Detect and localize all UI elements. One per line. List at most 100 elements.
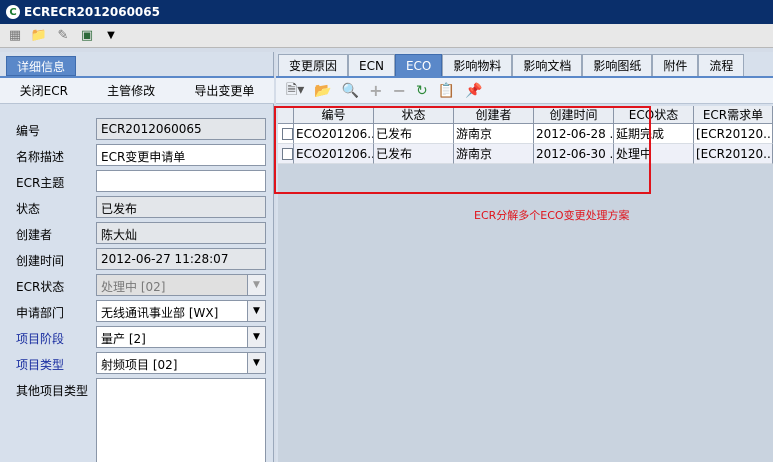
field-label: 项目类型 bbox=[16, 358, 65, 372]
field-label: 编号 bbox=[16, 124, 41, 138]
field-label: 申请部门 bbox=[16, 306, 65, 320]
title-bar: C ECRECR2012060065 bbox=[0, 0, 773, 24]
header-checkbox-col bbox=[278, 106, 294, 124]
col-number[interactable]: 编号 bbox=[294, 106, 374, 124]
remove-icon[interactable]: − bbox=[393, 81, 406, 100]
row-checkbox[interactable] bbox=[282, 127, 293, 140]
details-actions: 关闭ECR 主管修改 导出变更单 bbox=[0, 78, 274, 104]
add-icon[interactable]: + bbox=[369, 81, 382, 100]
subject-input[interactable] bbox=[96, 170, 266, 192]
field-project-type: 项目类型 射频项目 [02] ▼ bbox=[0, 352, 274, 374]
tab-affected-documents[interactable]: 影响文档 bbox=[512, 54, 583, 76]
paste-icon[interactable]: 📌 bbox=[465, 83, 482, 99]
ecr-status-select: 处理中 [02] ▼ bbox=[96, 274, 266, 296]
tab-ecn[interactable]: ECN bbox=[348, 54, 395, 76]
row-checkbox-cell bbox=[278, 144, 294, 164]
chevron-down-icon[interactable]: ▼ bbox=[247, 327, 265, 347]
eco-toolbar: 🗎▾ 📂 🔍 + − ↻ 📋 📌 bbox=[276, 78, 773, 104]
cell-created-time: 2012-06-28 ... bbox=[534, 124, 614, 144]
tab-details[interactable]: 详细信息 bbox=[6, 56, 76, 76]
chevron-down-icon[interactable]: ▼ bbox=[247, 353, 265, 373]
creator-value: 陈大灿 bbox=[96, 222, 266, 244]
cell-number: ECO201206... bbox=[294, 124, 374, 144]
field-label: ECR状态 bbox=[16, 280, 65, 294]
tab-attachments[interactable]: 附件 bbox=[652, 54, 699, 76]
tab-workflow[interactable]: 流程 bbox=[698, 54, 745, 76]
project-phase-value: 量产 [2] bbox=[101, 332, 146, 346]
close-ecr-button[interactable]: 关闭ECR bbox=[20, 82, 68, 99]
tab-affected-materials[interactable]: 影响物料 bbox=[442, 54, 513, 76]
search-icon[interactable]: 🔍 bbox=[342, 83, 359, 99]
tab-affected-drawings[interactable]: 影响图纸 bbox=[582, 54, 653, 76]
cell-ecr-request: [ECR20120... bbox=[694, 144, 773, 164]
field-label: 其他项目类型 bbox=[16, 384, 89, 398]
field-label: ECR主题 bbox=[16, 176, 65, 190]
field-label: 创建时间 bbox=[16, 254, 65, 268]
cell-created-time: 2012-06-30 ... bbox=[534, 144, 614, 164]
field-subject: ECR主题 bbox=[0, 170, 274, 192]
field-status: 状态 已发布 bbox=[0, 196, 274, 218]
eco-grid: 编号 状态 创建者 创建时间 ECO状态 ECR需求单 ECO201206...… bbox=[278, 106, 773, 462]
ecr-status-value: 处理中 [02] bbox=[101, 280, 166, 294]
row-checkbox[interactable] bbox=[282, 147, 293, 160]
open-folder-icon[interactable]: 📂 bbox=[314, 83, 331, 99]
table-row[interactable]: ECO201206... 已发布 游南京 2012-06-28 ... 延期完成… bbox=[278, 124, 773, 144]
field-description: 名称描述 ECR变更申请单 bbox=[0, 144, 274, 166]
app-icon: C bbox=[6, 5, 20, 19]
export-icon[interactable]: ▣ bbox=[78, 27, 96, 45]
col-creator[interactable]: 创建者 bbox=[454, 106, 534, 124]
supervisor-edit-button[interactable]: 主管修改 bbox=[107, 82, 155, 99]
dropdown-icon[interactable]: ▼ bbox=[102, 27, 120, 45]
new-document-icon[interactable]: 🗎▾ bbox=[286, 79, 304, 103]
chevron-down-icon[interactable]: ▼ bbox=[247, 301, 265, 321]
tab-change-reason[interactable]: 变更原因 bbox=[278, 54, 349, 76]
field-label: 项目阶段 bbox=[16, 332, 65, 346]
department-select[interactable]: 无线通讯事业部 [WX] ▼ bbox=[96, 300, 266, 322]
col-status[interactable]: 状态 bbox=[374, 106, 454, 124]
main-toolbar: ▦ 📁 ✎ ▣ ▼ bbox=[0, 24, 773, 48]
annotation-text: ECR分解多个ECO变更处理方案 bbox=[474, 209, 630, 222]
refresh-icon[interactable]: ↻ bbox=[416, 83, 428, 99]
other-project-type-textarea[interactable] bbox=[96, 378, 266, 462]
cell-number: ECO201206... bbox=[294, 144, 374, 164]
description-input[interactable]: ECR变更申请单 bbox=[96, 144, 266, 166]
department-value: 无线通讯事业部 [WX] bbox=[101, 306, 219, 320]
related-tabs: 变更原因 ECN ECO 影响物料 影响文档 影响图纸 附件 流程 bbox=[278, 54, 745, 76]
col-created-time[interactable]: 创建时间 bbox=[534, 106, 614, 124]
col-ecr-request[interactable]: ECR需求单 bbox=[694, 106, 773, 124]
field-label: 创建者 bbox=[16, 228, 53, 242]
cell-eco-status: 延期完成 bbox=[614, 124, 694, 144]
cell-creator: 游南京 bbox=[454, 144, 534, 164]
project-phase-select[interactable]: 量产 [2] ▼ bbox=[96, 326, 266, 348]
cell-eco-status: 处理中 bbox=[614, 144, 694, 164]
chevron-down-icon: ▼ bbox=[247, 275, 265, 295]
save-icon[interactable]: ▦ bbox=[6, 27, 24, 45]
status-value: 已发布 bbox=[96, 196, 266, 218]
field-project-phase: 项目阶段 量产 [2] ▼ bbox=[0, 326, 274, 348]
created-time-value: 2012-06-27 11:28:07 bbox=[96, 248, 266, 270]
related-panel: 变更原因 ECN ECO 影响物料 影响文档 影响图纸 附件 流程 🗎▾ 📂 🔍… bbox=[276, 52, 773, 462]
field-ecr-status: ECR状态 处理中 [02] ▼ bbox=[0, 274, 274, 296]
project-type-value: 射频项目 [02] bbox=[101, 358, 178, 372]
project-type-select[interactable]: 射频项目 [02] ▼ bbox=[96, 352, 266, 374]
copy-icon[interactable]: 📋 bbox=[438, 83, 455, 99]
details-panel: 详细信息 关闭ECR 主管修改 导出变更单 编号 ECR2012060065 名… bbox=[0, 52, 274, 462]
field-department: 申请部门 无线通讯事业部 [WX] ▼ bbox=[0, 300, 274, 322]
table-row[interactable]: ECO201206... 已发布 游南京 2012-06-30 ... 处理中 … bbox=[278, 144, 773, 164]
field-created-time: 创建时间 2012-06-27 11:28:07 bbox=[0, 248, 274, 270]
number-value: ECR2012060065 bbox=[96, 118, 266, 140]
cell-status: 已发布 bbox=[374, 124, 454, 144]
tab-eco[interactable]: ECO bbox=[394, 54, 443, 76]
col-eco-status[interactable]: ECO状态 bbox=[614, 106, 694, 124]
cell-creator: 游南京 bbox=[454, 124, 534, 144]
export-change-button[interactable]: 导出变更单 bbox=[194, 82, 254, 99]
field-label: 名称描述 bbox=[16, 150, 65, 164]
field-number: 编号 ECR2012060065 bbox=[0, 118, 274, 140]
field-creator: 创建者 陈大灿 bbox=[0, 222, 274, 244]
field-label: 状态 bbox=[16, 202, 41, 216]
pencil-icon[interactable]: ✎ bbox=[54, 27, 72, 45]
cell-ecr-request: [ECR20120... bbox=[694, 124, 773, 144]
window-title: ECRECR2012060065 bbox=[24, 5, 160, 19]
folder-icon[interactable]: 📁 bbox=[30, 27, 48, 45]
grid-header: 编号 状态 创建者 创建时间 ECO状态 ECR需求单 bbox=[278, 106, 773, 124]
